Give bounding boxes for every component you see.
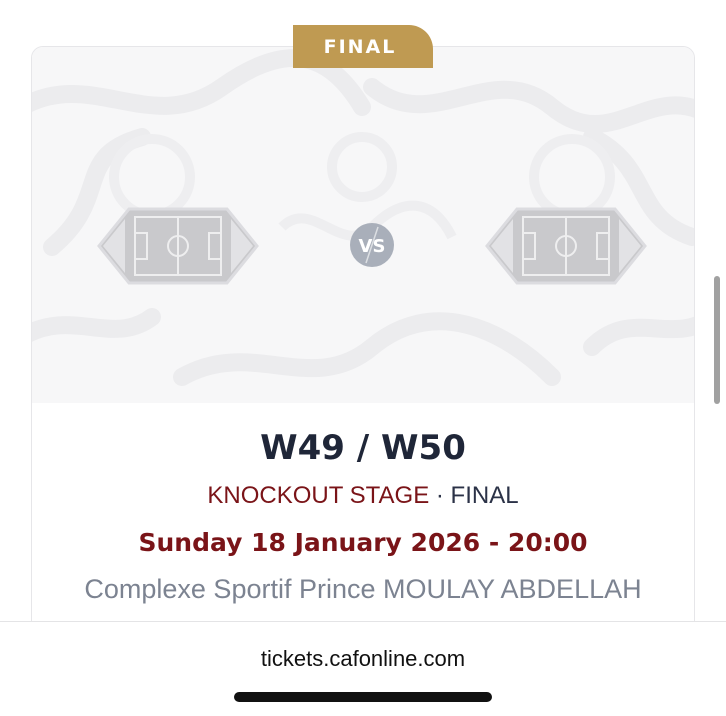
match-banner: VS	[32, 47, 694, 403]
stage-line: KNOCKOUT STAGE · FINAL	[0, 482, 726, 510]
away-team-placeholder-icon	[485, 207, 647, 285]
stage-badge: FINAL	[293, 25, 433, 68]
match-datetime: Sunday 18 January 2026 - 20:00	[138, 528, 588, 557]
stage-primary: KNOCKOUT STAGE	[207, 482, 430, 509]
vs-icon: VS	[350, 223, 394, 267]
vs-label: VS	[359, 236, 386, 257]
scrollbar[interactable]	[714, 276, 720, 404]
home-team-placeholder-icon	[97, 207, 259, 285]
browser-address-bar[interactable]: tickets.cafonline.com	[0, 621, 726, 716]
match-title: W49 / W50	[260, 428, 466, 468]
stage-secondary: · FINAL	[435, 482, 519, 509]
match-venue: Complexe Sportif Prince MOULAY ABDELLAH	[84, 574, 642, 604]
url-text[interactable]: tickets.cafonline.com	[0, 646, 726, 672]
home-indicator[interactable]	[234, 692, 492, 702]
